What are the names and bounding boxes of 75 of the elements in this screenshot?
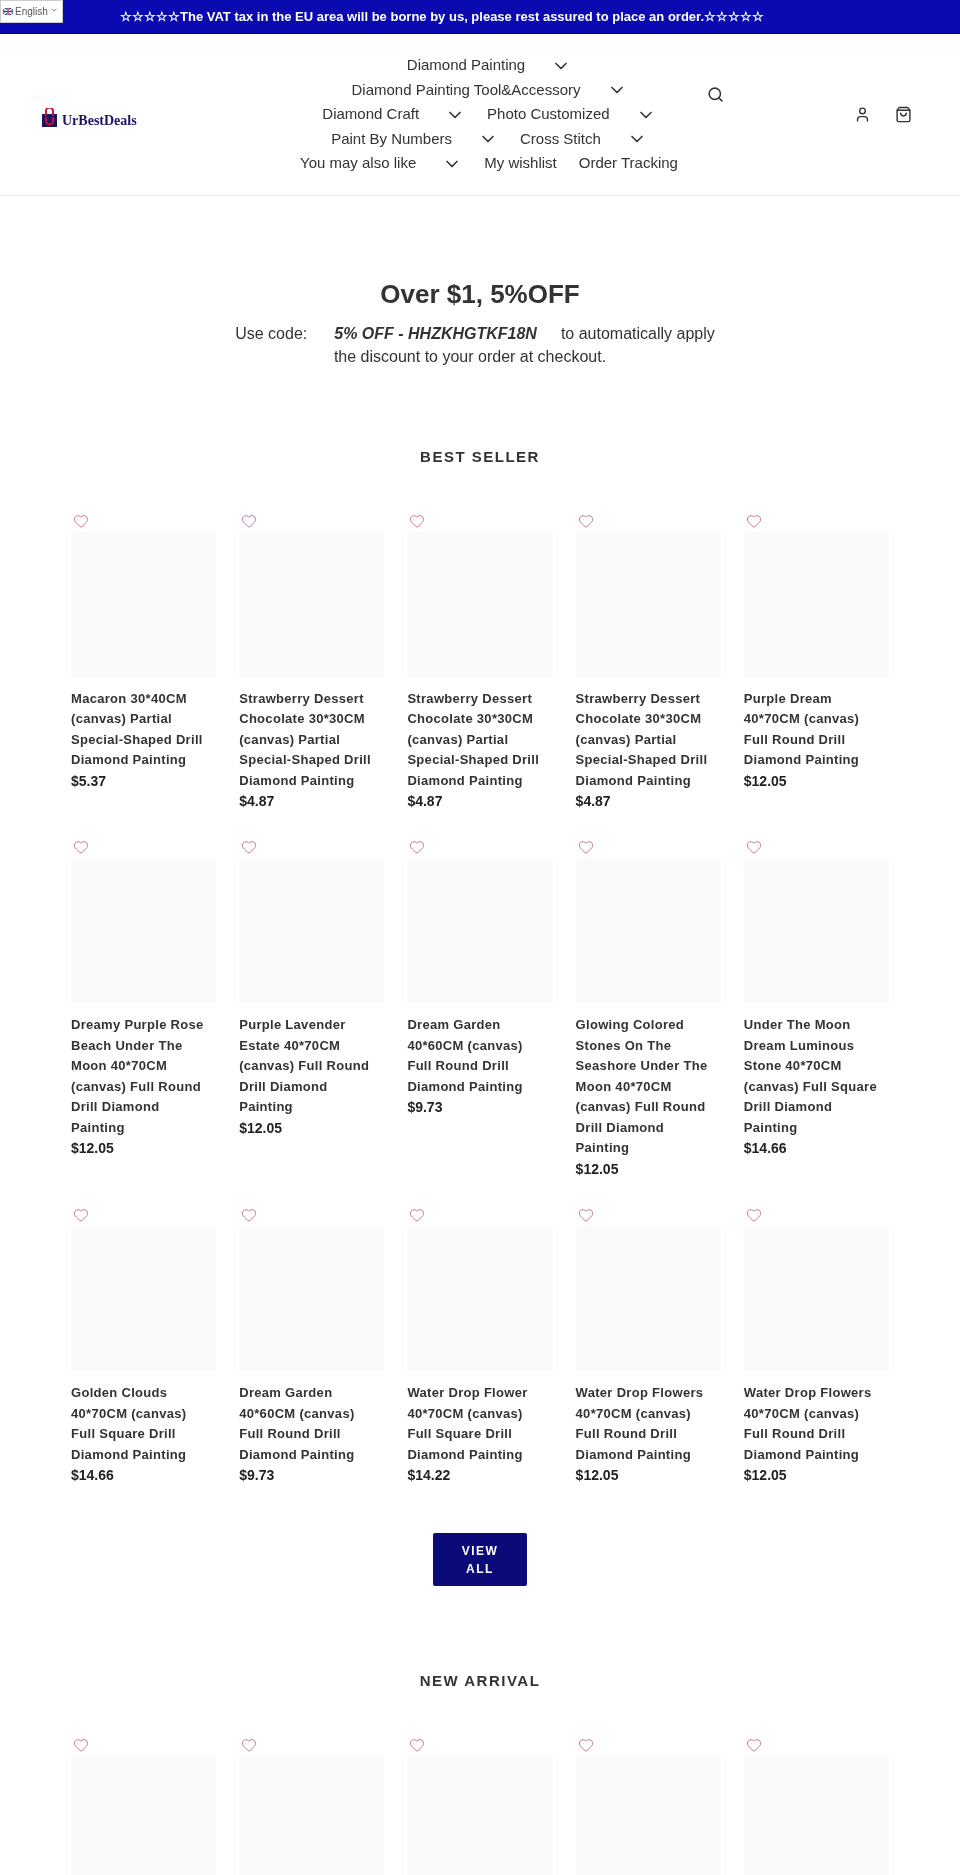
nav-link[interactable]: Diamond Craft	[311, 102, 477, 127]
product-title[interactable]: Glowing Colored Stones On The Seashore Under The Moon 40*70CM (canvas) Full Round Drill Diamond Painting	[575, 1015, 709, 1159]
product-title[interactable]: Water Drop Flowers 40*70CM (canvas) Full Round Drill Diamond Painting	[743, 1383, 877, 1466]
heart-icon[interactable]	[577, 512, 594, 529]
heart-icon[interactable]	[241, 512, 258, 529]
product-title[interactable]: Water Drop Flower 40*70CM (canvas) Full Square Drill Diamond Painting	[407, 1383, 541, 1466]
product-price: $14.66	[743, 1139, 788, 1159]
product-price: $4.87	[239, 792, 276, 812]
nav-link[interactable]: You may also like	[289, 151, 474, 176]
heart-icon[interactable]	[745, 512, 762, 529]
heart-icon[interactable]	[409, 1736, 426, 1753]
section-heading: NEW ARRIVAL	[418, 1671, 542, 1692]
product-title[interactable]: Purple Lavender Estate 40*70CM (canvas) Full Round Drill Diamond Painting	[239, 1015, 373, 1118]
product-title[interactable]: Dream Garden 40*60CM (canvas) Full Round Drill Diamond Painting	[407, 1015, 541, 1098]
product-price: $12.05	[743, 1466, 788, 1486]
product-title[interactable]: Strawberry Dessert Chocolate 30*30CM (canvas) Partial Special-Shaped Drill Diamond Painting	[575, 688, 709, 792]
nav-link[interactable]: Order Tracking	[567, 151, 689, 176]
product-title[interactable]: Macaron 30*40CM (canvas) Partial Special-Shaped Drill Diamond Painting	[71, 688, 205, 771]
heart-icon[interactable]	[745, 1206, 762, 1223]
heart-icon[interactable]	[241, 1206, 258, 1223]
account-icon[interactable]	[854, 106, 871, 123]
heart-icon[interactable]	[73, 1206, 89, 1223]
heart-icon[interactable]	[745, 1736, 762, 1753]
product-title[interactable]: Dreamy Purple Rose Beach Under The Moon 40*70CM (canvas) Full Round Drill Diamond Painting	[71, 1015, 205, 1139]
logo-text[interactable]: UrBestDeals	[62, 113, 137, 128]
heart-icon[interactable]	[577, 839, 594, 856]
product-price: $9.73	[407, 1098, 444, 1118]
cart-icon[interactable]	[895, 106, 912, 123]
product-price: $4.87	[407, 792, 444, 812]
product-price: $14.66	[71, 1466, 115, 1486]
search-icon[interactable]	[707, 86, 724, 103]
nav-link[interactable]: Paint By Numbers	[320, 126, 509, 152]
discount-code: 5% OFF - HHZKHGTKF18N	[334, 324, 537, 344]
product-title[interactable]: Strawberry Dessert Chocolate 30*30CM (canvas) Partial Special-Shaped Drill Diamond Painting	[239, 688, 373, 792]
product-price: $12.05	[575, 1159, 620, 1179]
product-price: $4.87	[575, 792, 612, 812]
product-price: $14.22	[407, 1466, 452, 1486]
nav-link[interactable]: Diamond Painting Tool&Accessory	[340, 77, 638, 103]
product-price: $12.05	[743, 771, 788, 791]
heart-icon[interactable]	[241, 839, 258, 856]
product-price: $12.05	[239, 1118, 283, 1138]
flag-icon	[3, 8, 13, 15]
nav-link[interactable]: Cross Stitch	[509, 126, 658, 152]
promo-text: to automatically apply	[560, 324, 715, 344]
heart-icon[interactable]	[73, 839, 89, 856]
promo-title: Over $1, 5%OFF	[380, 278, 580, 310]
product-price: $12.05	[575, 1466, 620, 1486]
nav-link[interactable]: My wishlist	[473, 151, 568, 176]
heart-icon[interactable]	[577, 1736, 594, 1753]
heart-icon[interactable]	[409, 512, 426, 529]
heart-icon[interactable]	[409, 839, 426, 856]
language-picker[interactable]: English	[0, 0, 63, 23]
section-heading: BEST SELLER	[419, 447, 541, 467]
product-title[interactable]: Golden Clouds 40*70CM (canvas) Full Square Drill Diamond Painting	[71, 1383, 205, 1466]
heart-icon[interactable]	[409, 1206, 426, 1223]
product-title[interactable]: Under The Moon Dream Luminous Stone 40*70CM (canvas) Full Square Drill Diamond Painting	[743, 1015, 877, 1139]
product-price: $9.73	[239, 1466, 276, 1486]
shopping-bag-logo-icon	[41, 107, 58, 128]
product-title[interactable]: Dream Garden 40*60CM (canvas) Full Round Drill Diamond Painting	[239, 1383, 373, 1466]
announcement-text: ☆☆☆☆☆The VAT tax in the EU area will be borne by us, please rest assured to place an order.☆☆☆☆☆	[120, 7, 765, 26]
nav-link[interactable]: Photo Customized	[476, 102, 667, 127]
heart-icon[interactable]	[241, 1736, 258, 1753]
heart-icon[interactable]	[73, 512, 89, 529]
product-title[interactable]: Purple Dream 40*70CM (canvas) Full Round Drill Diamond Painting	[743, 688, 877, 771]
product-title[interactable]: Strawberry Dessert Chocolate 30*30CM (canvas) Partial Special-Shaped Drill Diamond Painting	[407, 688, 541, 792]
promo-text: the discount to your order at checkout.	[333, 347, 607, 367]
nav-link[interactable]: Diamond Painting	[395, 53, 583, 78]
view-all-button[interactable]: VIEW ALL	[433, 1533, 527, 1587]
heart-icon[interactable]	[73, 1736, 89, 1753]
heart-icon[interactable]	[577, 1206, 594, 1223]
product-title[interactable]: Water Drop Flowers 40*70CM (canvas) Full Round Drill Diamond Painting	[575, 1383, 709, 1466]
product-price: $5.37	[71, 771, 108, 791]
heart-icon[interactable]	[745, 839, 762, 856]
promo-text: Use code:	[235, 324, 308, 344]
product-price: $12.05	[71, 1139, 115, 1159]
